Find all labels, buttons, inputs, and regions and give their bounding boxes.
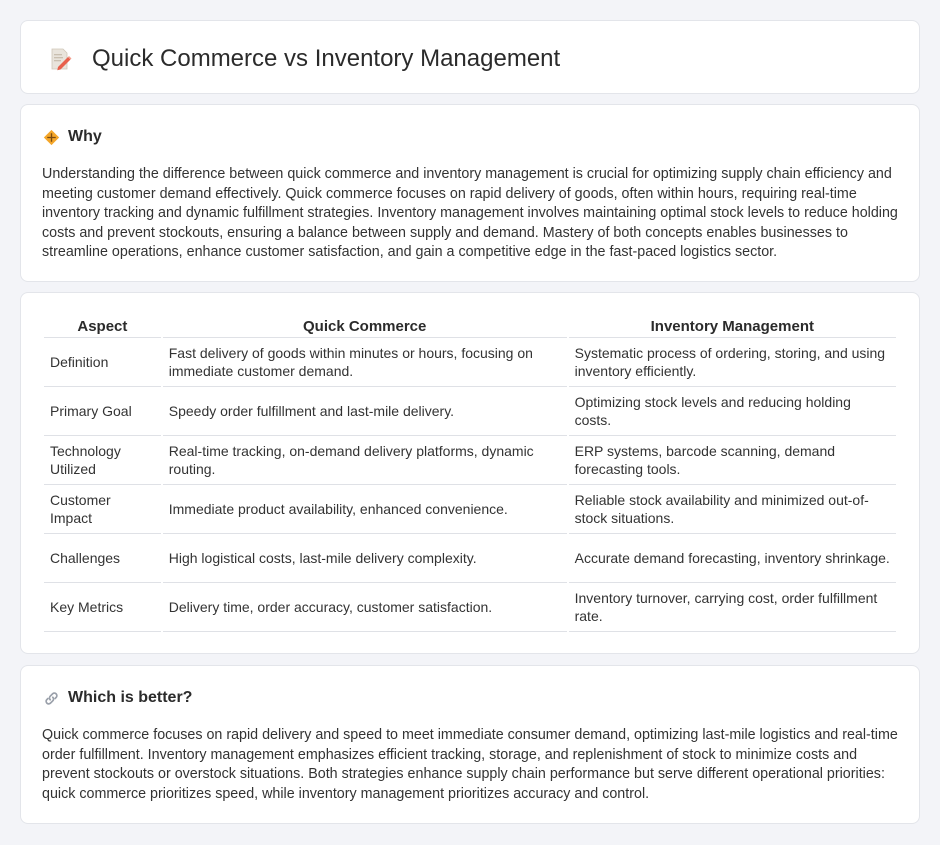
header-card: Quick Commerce vs Inventory Management (20, 20, 920, 94)
table-row: Technology Utilized Real-time tracking, … (44, 436, 896, 485)
why-heading: Why (43, 128, 102, 146)
header-aspect: Aspect (44, 316, 161, 338)
row-aspect: Key Metrics (44, 583, 161, 632)
comparison-section: Aspect Quick Commerce Inventory Manageme… (20, 292, 920, 654)
why-section: Why Understanding the difference between… (20, 104, 920, 282)
better-text: Quick commerce focuses on rapid delivery… (42, 727, 898, 802)
page-title: Quick Commerce vs Inventory Management (92, 45, 561, 72)
row-aspect: Definition (44, 338, 161, 387)
row-aspect: Customer Impact (44, 485, 161, 534)
row-inventory-management: Reliable stock availability and minimize… (568, 485, 896, 534)
table-row: Primary Goal Speedy order fulfillment an… (44, 387, 896, 436)
row-quick-commerce: Speedy order fulfillment and last-mile d… (162, 387, 567, 436)
row-quick-commerce: Real-time tracking, on-demand delivery p… (162, 436, 567, 485)
row-aspect: Primary Goal (44, 387, 161, 436)
why-title: Why (68, 128, 102, 145)
row-aspect: Technology Utilized (44, 436, 161, 485)
row-quick-commerce: Delivery time, order accuracy, customer … (162, 583, 567, 632)
row-inventory-management: ERP systems, barcode scanning, demand fo… (568, 436, 896, 485)
better-title: Which is better? (68, 689, 193, 706)
document-pencil-icon (51, 48, 72, 71)
row-aspect: Challenges (44, 534, 161, 583)
which-is-better-section: Which is better? Quick commerce focuses … (20, 665, 920, 824)
row-inventory-management: Optimizing stock levels and reducing hol… (568, 387, 896, 436)
header-inventory-management: Inventory Management (568, 316, 896, 338)
header-quick-commerce: Quick Commerce (162, 316, 567, 338)
row-inventory-management: Systematic process of ordering, storing,… (568, 338, 896, 387)
table-row: Challenges High logistical costs, last-m… (44, 534, 896, 583)
why-text: Understanding the difference between qui… (42, 166, 898, 261)
row-quick-commerce: Immediate product availability, enhanced… (162, 485, 567, 534)
table-row: Definition Fast delivery of goods within… (44, 338, 896, 387)
row-inventory-management: Accurate demand forecasting, inventory s… (568, 534, 896, 583)
comparison-table: Aspect Quick Commerce Inventory Manageme… (42, 316, 898, 632)
better-heading: Which is better? (43, 689, 192, 707)
table-row: Customer Impact Immediate product availa… (44, 485, 896, 534)
link-icon (45, 691, 58, 705)
row-quick-commerce: Fast delivery of goods within minutes or… (162, 338, 567, 387)
row-quick-commerce: High logistical costs, last-mile deliver… (162, 534, 567, 583)
diamond-sign-icon (43, 129, 60, 145)
row-inventory-management: Inventory turnover, carrying cost, order… (568, 583, 896, 632)
table-header-row: Aspect Quick Commerce Inventory Manageme… (44, 316, 896, 338)
table-row: Key Metrics Delivery time, order accurac… (44, 583, 896, 632)
